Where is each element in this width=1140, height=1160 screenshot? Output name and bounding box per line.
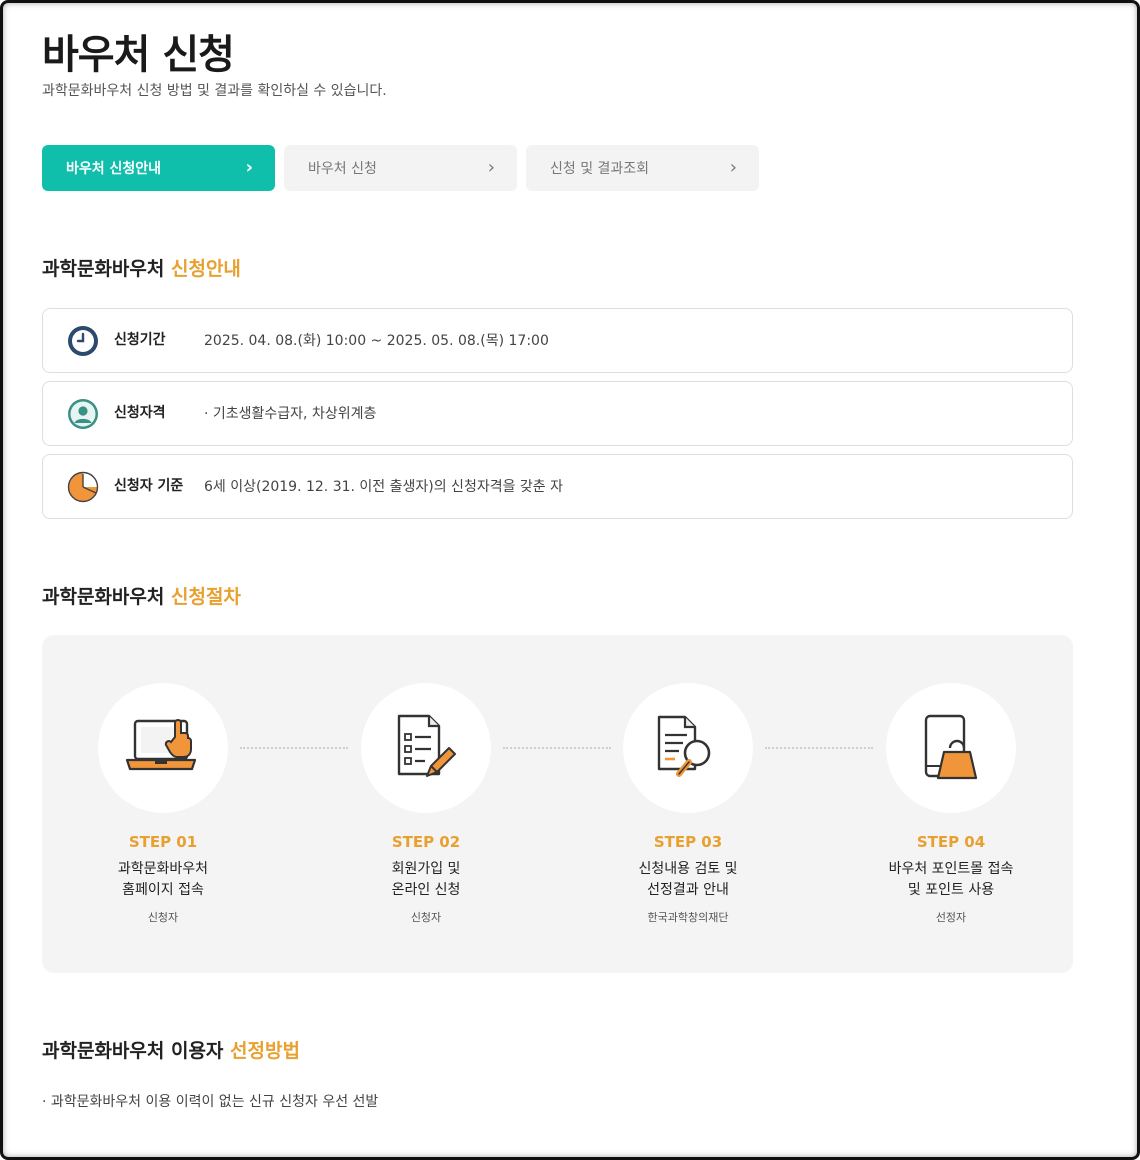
step-01: STEP 01 과학문화바우처 홈페이지 접속 신청자 [73, 683, 253, 925]
step-description: 바우처 포인트몰 접속 및 포인트 사용 [861, 859, 1041, 901]
step-line: 온라인 신청 [391, 882, 461, 898]
step-connector [240, 747, 348, 749]
section-title-procedure: 과학문화바우처 신청절차 [42, 582, 241, 609]
step-actor: 한국과학창의재단 [647, 911, 729, 924]
info-value: 6세 이상(2019. 12. 31. 이전 출생자)의 신청자격을 갖춘 자 [204, 479, 564, 495]
chevron-right-icon: › [487, 157, 495, 178]
step-connector [765, 747, 873, 749]
page-description: 과학문화바우처 신청 방법 및 결과를 확인하실 수 있습니다. [42, 83, 387, 99]
section-title-main: 과학문화바우처 [42, 258, 171, 280]
pie-chart-icon [67, 471, 99, 503]
mobile-shopping-icon [924, 714, 978, 780]
step-line: 바우처 포인트몰 접속 [888, 861, 1014, 877]
tab-bar: 바우처 신청안내 › 바우처 신청 › 신청 및 결과조회 › [42, 145, 759, 191]
step-connector [503, 747, 611, 749]
info-label: 신청자격 [114, 405, 166, 421]
step-number: STEP 04 [916, 833, 986, 851]
step-line: 및 포인트 사용 [907, 882, 995, 898]
step-icon-circle [886, 683, 1016, 813]
step-icon-circle [361, 683, 491, 813]
step-number: STEP 01 [128, 833, 198, 851]
page-title: 바우처 신청 [42, 32, 235, 78]
step-description: 회원가입 및 온라인 신청 [336, 859, 516, 901]
section-title-guide: 과학문화바우처 신청안내 [42, 254, 241, 281]
section-title-highlight: 신청안내 [170, 258, 241, 280]
info-row-criteria: 신청자 기준 6세 이상(2019. 12. 31. 이전 출생자)의 신청자격… [42, 454, 1073, 519]
tab-voucher-apply[interactable]: 바우처 신청 › [284, 145, 517, 191]
step-actor: 신청자 [410, 911, 442, 924]
step-04: STEP 04 바우처 포인트몰 접속 및 포인트 사용 선정자 [861, 683, 1041, 925]
step-number: STEP 03 [653, 833, 723, 851]
step-line: 선정결과 안내 [647, 882, 729, 898]
step-icon-circle [623, 683, 753, 813]
laptop-touch-icon [125, 719, 197, 771]
tab-label: 바우처 신청 [308, 161, 377, 177]
selection-method-text: · 과학문화바우처 이용 이력이 없는 신규 신청자 우선 선발 [42, 1094, 379, 1110]
tab-label: 신청 및 결과조회 [550, 161, 650, 177]
step-line: 과학문화바우처 [117, 861, 209, 877]
info-label: 신청자 기준 [114, 478, 184, 494]
tab-label: 바우처 신청안내 [66, 161, 162, 177]
step-actor: 신청자 [147, 911, 179, 924]
user-icon [68, 399, 98, 429]
step-icon-circle [98, 683, 228, 813]
section-title-main: 과학문화바우처 이용자 [42, 1040, 231, 1062]
info-value: 2025. 04. 08.(화) 10:00 ~ 2025. 05. 08.(목… [204, 333, 549, 349]
section-title-highlight: 신청절차 [170, 586, 241, 608]
info-value: · 기초생활수급자, 차상위계층 [204, 406, 377, 422]
step-description: 신청내용 검토 및 선정결과 안내 [598, 859, 778, 901]
section-title-highlight: 선정방법 [230, 1040, 300, 1062]
info-row-period: 신청기간 2025. 04. 08.(화) 10:00 ~ 2025. 05. … [42, 308, 1073, 373]
step-line: 신청내용 검토 및 [638, 861, 738, 877]
document-search-icon [657, 715, 711, 777]
info-label: 신청기간 [114, 332, 166, 348]
step-description: 과학문화바우처 홈페이지 접속 [73, 859, 253, 901]
section-title-main: 과학문화바우처 [42, 586, 171, 608]
step-number: STEP 02 [391, 833, 461, 851]
step-line: 회원가입 및 [391, 861, 461, 877]
step-line: 홈페이지 접속 [122, 882, 204, 898]
chevron-right-icon: › [729, 157, 737, 178]
info-row-eligibility: 신청자격 · 기초생활수급자, 차상위계층 [42, 381, 1073, 446]
tab-result-lookup[interactable]: 신청 및 결과조회 › [526, 145, 759, 191]
clock-icon [68, 326, 98, 356]
chevron-right-icon: › [245, 157, 253, 178]
step-02: STEP 02 회원가입 및 온라인 신청 신청자 [336, 683, 516, 925]
step-actor: 선정자 [935, 911, 967, 924]
document-pencil-icon [397, 714, 456, 777]
step-03: STEP 03 신청내용 검토 및 선정결과 안내 한국과학창의재단 [598, 683, 778, 925]
procedure-steps: STEP 01 과학문화바우처 홈페이지 접속 신청자 STEP 02 회원가입… [42, 635, 1073, 973]
tab-voucher-guide[interactable]: 바우처 신청안내 › [42, 145, 275, 191]
section-title-selection: 과학문화바우처 이용자 선정방법 [42, 1036, 300, 1063]
